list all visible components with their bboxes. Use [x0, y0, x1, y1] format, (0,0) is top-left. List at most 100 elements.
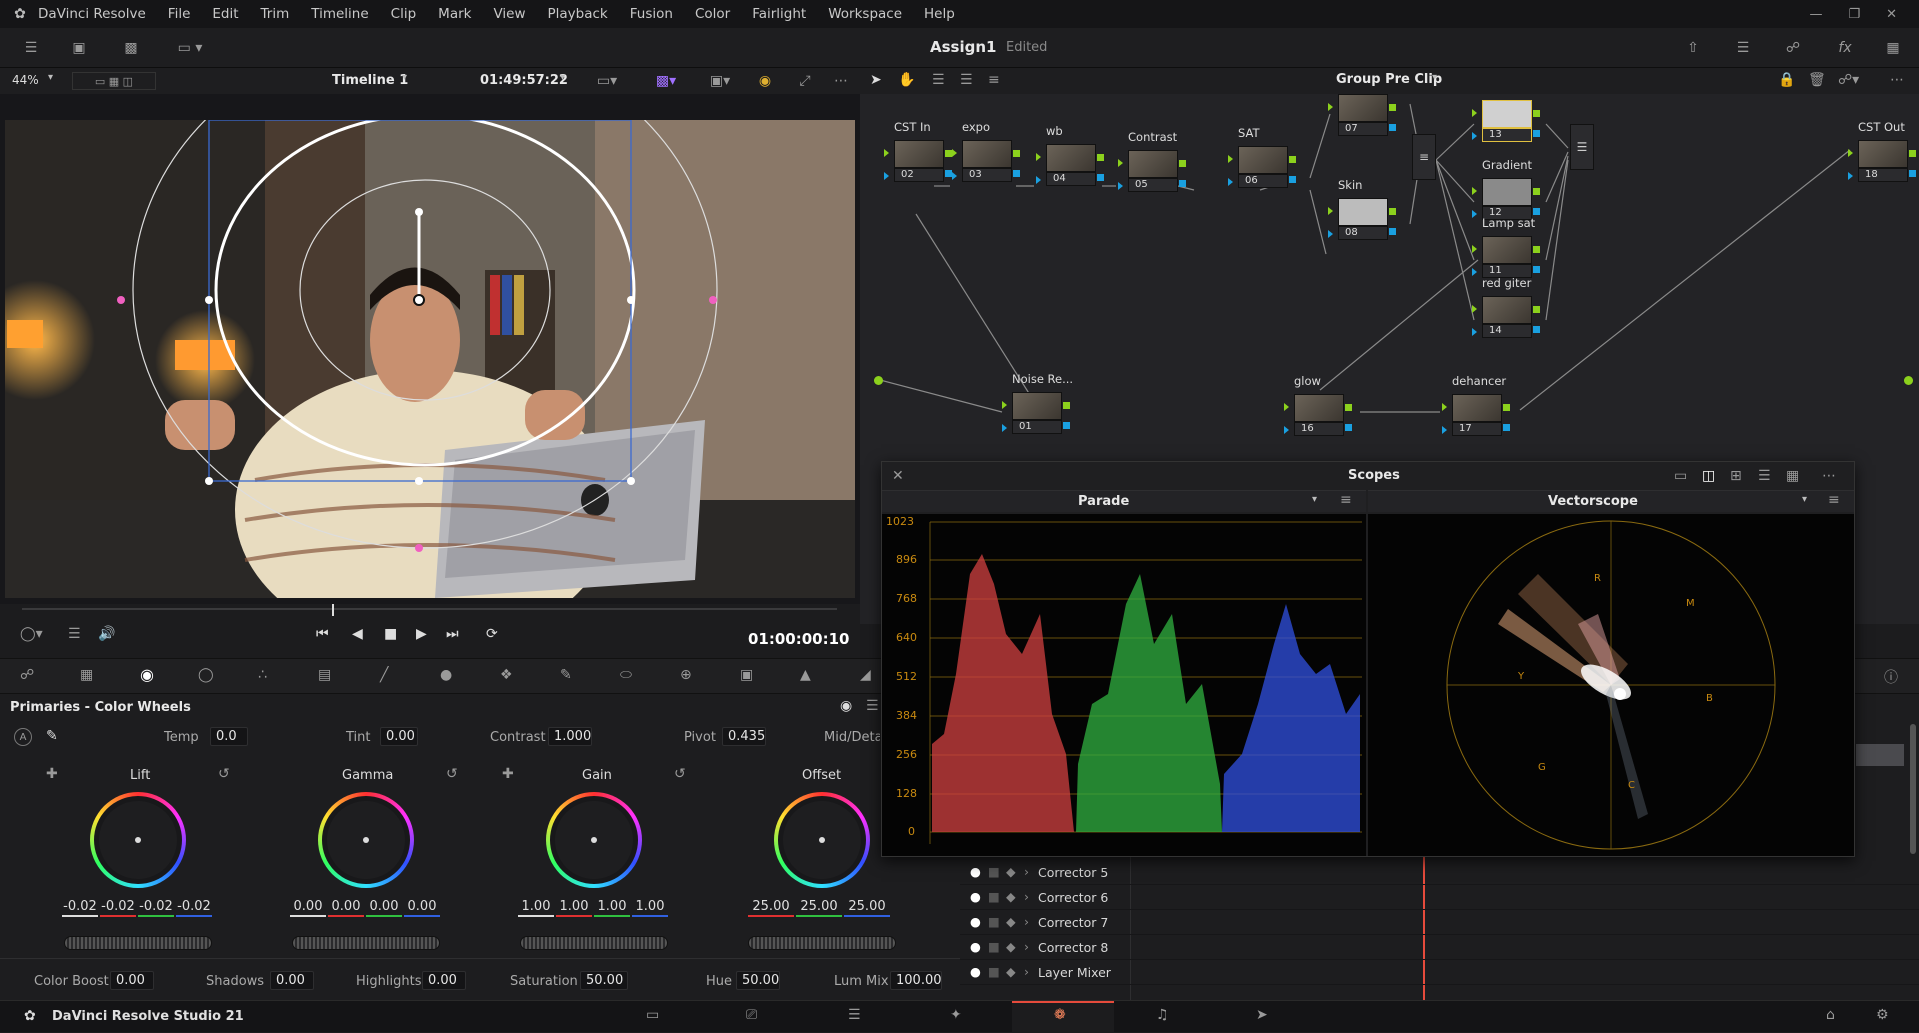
expand-icon[interactable]: ›: [1024, 914, 1029, 929]
scopes-close-icon[interactable]: ✕: [892, 468, 904, 484]
lift-picker-icon[interactable]: ✚: [46, 766, 58, 782]
aspect-icon[interactable]: ▭▾: [590, 72, 624, 90]
media-page-icon[interactable]: ▭: [646, 1007, 659, 1023]
split-tool-icon[interactable]: ≡: [988, 72, 1000, 88]
menu-help[interactable]: Help: [913, 6, 966, 22]
node-noise-reduction[interactable]: Noise Re... 01: [1002, 372, 1073, 438]
close-window-icon[interactable]: ✕: [1886, 7, 1897, 22]
scrub-playhead[interactable]: [332, 604, 334, 616]
safe-area-icon[interactable]: ▣▾: [700, 72, 740, 90]
node-more-icon[interactable]: ⋯: [1890, 72, 1904, 88]
offset-red[interactable]: 25.00: [748, 899, 794, 917]
video-frame[interactable]: [5, 120, 855, 598]
color-page-icon[interactable]: ❁: [1054, 1007, 1066, 1023]
qualifier-icon[interactable]: ✎: [560, 667, 572, 683]
menu-fairlight[interactable]: Fairlight: [741, 6, 817, 22]
lift-green[interactable]: -0.02: [138, 899, 174, 917]
expand-icon[interactable]: ›: [1024, 964, 1029, 979]
home-icon[interactable]: ⌂: [1826, 1007, 1835, 1023]
node-cst-out[interactable]: CST Out 18: [1848, 120, 1916, 186]
timecode-chevron-icon[interactable]: ▾: [560, 72, 565, 83]
lock-row-icon[interactable]: ■: [988, 914, 1000, 929]
loop-icon[interactable]: ⟳: [486, 626, 498, 642]
lightbox-icon[interactable]: ▦: [1880, 36, 1906, 60]
diamond-icon[interactable]: ◆: [1006, 889, 1016, 904]
lift-red[interactable]: -0.02: [100, 899, 136, 917]
parallel-mixer-node[interactable]: ☰: [1570, 124, 1594, 170]
node-sat[interactable]: SAT 06: [1228, 126, 1296, 192]
play-icon[interactable]: ▶: [416, 626, 427, 642]
node-wb[interactable]: wb 04: [1036, 124, 1104, 190]
node-contrast[interactable]: Contrast 05: [1118, 130, 1186, 196]
gamma-red[interactable]: 0.00: [328, 899, 364, 917]
pointer-tool-icon[interactable]: ➤: [870, 72, 882, 88]
gain-master[interactable]: 1.00: [518, 899, 554, 917]
gain-puck[interactable]: [591, 837, 597, 843]
curves-icon[interactable]: ╱: [380, 667, 388, 683]
lock-row-icon[interactable]: ■: [988, 939, 1000, 954]
layer-row[interactable]: ● ■ ◆ › Corrector 6: [960, 885, 1919, 910]
parade-select[interactable]: Parade: [1078, 494, 1129, 509]
visibility-icon[interactable]: ●: [970, 914, 981, 929]
scopes-more-icon[interactable]: ⋯: [1822, 468, 1836, 484]
delete-icon[interactable]: 🗑: [1808, 72, 1826, 88]
menu-playback[interactable]: Playback: [537, 6, 619, 22]
source-timecode[interactable]: 01:49:57:22: [480, 73, 568, 88]
share-icon[interactable]: ⇧: [1680, 36, 1706, 60]
menu-color[interactable]: Color: [684, 6, 741, 22]
gamma-master[interactable]: 0.00: [290, 899, 326, 917]
output-pin[interactable]: [1904, 376, 1913, 385]
lock-icon[interactable]: 🔒: [1778, 72, 1795, 88]
timeline-select[interactable]: Timeline 1: [332, 73, 408, 88]
fullscreen-icon[interactable]: ⤢: [794, 72, 816, 90]
offset-blue[interactable]: 25.00: [844, 899, 890, 917]
gain-picker-icon[interactable]: ✚: [502, 766, 514, 782]
node-lamp-sat[interactable]: Lamp sat 11: [1472, 216, 1540, 282]
mixer-icon[interactable]: ☰: [1730, 36, 1756, 60]
node-skin[interactable]: Skin 08: [1328, 178, 1396, 244]
expand-icon[interactable]: ›: [1024, 864, 1029, 879]
clips-icon[interactable]: ▭ ▾: [170, 36, 210, 60]
fairlight-page-icon[interactable]: ♫: [1156, 1007, 1169, 1023]
last-frame-icon[interactable]: ⏭: [446, 626, 459, 642]
bars-mode-icon[interactable]: ☰: [866, 698, 879, 714]
gallery-icon[interactable]: ▣: [66, 36, 92, 60]
diamond-icon[interactable]: ◆: [1006, 914, 1016, 929]
gamma-reset-icon[interactable]: ↺: [446, 766, 458, 782]
shadows-field[interactable]: 0.00: [270, 971, 314, 990]
diamond-icon[interactable]: ◆: [1006, 939, 1016, 954]
gamma-blue[interactable]: 0.00: [404, 899, 440, 917]
node-mode-select[interactable]: Group Pre Clip: [1336, 72, 1442, 87]
gamma-jog-wheel[interactable]: [292, 936, 440, 950]
edit-page-icon[interactable]: ☰: [848, 1007, 861, 1023]
hue-field[interactable]: 50.00: [736, 971, 780, 990]
layer-row[interactable]: ● ■ ◆ › Corrector 7: [960, 910, 1919, 935]
menu-timeline[interactable]: Timeline: [300, 6, 379, 22]
fusion-page-icon[interactable]: ✦: [950, 1007, 962, 1023]
menu-view[interactable]: View: [482, 6, 536, 22]
node-mode-chevron-icon[interactable]: ▾: [1432, 72, 1437, 83]
expand-icon[interactable]: ›: [1024, 939, 1029, 954]
picker-icon[interactable]: ✎: [46, 728, 58, 744]
wheels-mode-icon[interactable]: ◉: [840, 698, 852, 714]
display-icon[interactable]: ▩▾: [646, 72, 686, 90]
visibility-icon[interactable]: ●: [970, 864, 981, 879]
temp-field[interactable]: 0.0: [210, 727, 248, 746]
minimize-icon[interactable]: —: [1809, 7, 1822, 22]
menu-workspace[interactable]: Workspace: [817, 6, 913, 22]
layout-dual-icon[interactable]: ◫: [1702, 468, 1715, 484]
menu-trim[interactable]: Trim: [250, 6, 301, 22]
saturation-field[interactable]: 50.00: [580, 971, 628, 990]
layers-icon[interactable]: ☰: [68, 626, 81, 642]
gamma-puck[interactable]: [363, 837, 369, 843]
diamond-icon[interactable]: ◆: [1006, 964, 1016, 979]
gain-green[interactable]: 1.00: [594, 899, 630, 917]
node-glow[interactable]: glow 16: [1284, 374, 1352, 440]
layer-scrollbar[interactable]: [1910, 724, 1916, 854]
motion-effects-icon[interactable]: ▤: [318, 667, 331, 683]
hand-tool-icon[interactable]: ✋: [898, 72, 915, 88]
source-input-pin[interactable]: [874, 376, 883, 385]
node-red-giter[interactable]: red giter 14: [1472, 276, 1540, 342]
node-13[interactable]: 13: [1472, 94, 1540, 146]
zoom-chevron-icon[interactable]: ▾: [48, 72, 53, 83]
